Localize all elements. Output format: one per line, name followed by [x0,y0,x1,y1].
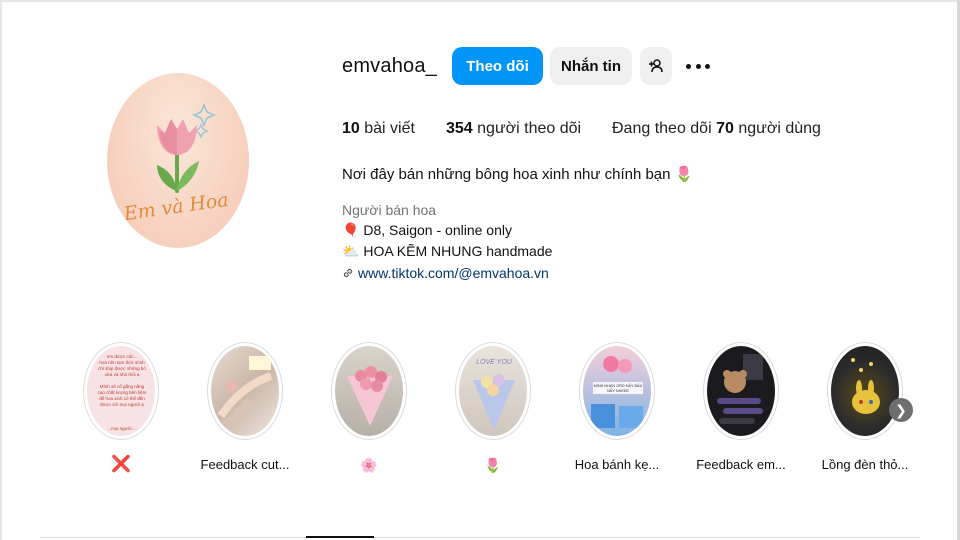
highlight-label: Feedback em... [696,457,786,472]
highlight-thumbnail [707,346,775,436]
highlight-item[interactable]: Feedback cut... [201,342,289,472]
highlight-thumbnail: LOVE YOU [459,346,527,436]
active-tab-indicator [306,536,374,538]
posts-label: bài viết [364,120,415,137]
following-count[interactable]: Đang theo dõi 70 người dùng [612,120,821,138]
highlight-thumbnail [335,346,403,436]
bio-link[interactable]: www.tiktok.com/@emvahoa.vn [342,265,549,281]
svg-text:cao chất lượng bên tiệm: cao chất lượng bên tiệm [98,390,147,395]
next-arrow-icon[interactable]: ❯ [889,398,913,422]
bio-product-text: HOA KẼM NHUNG handmade [363,243,553,259]
message-button[interactable]: Nhắn tin [550,47,632,85]
svg-text:vừa và nhỏ thôi ạ: vừa và nhỏ thôi ạ [105,371,140,377]
sparkle-icon [191,102,217,128]
section-divider [40,537,920,538]
link-icon [343,268,353,278]
highlight-thumbnail [211,346,279,436]
add-user-icon [649,59,663,73]
posts-number: 10 [342,120,360,137]
highlight-label: Hoa bánh kẹ... [574,457,660,472]
svg-text:em được các...: em được các... [107,354,137,359]
more-options-icon[interactable] [686,55,710,77]
highlight-label: 🌸 [360,457,378,473]
svg-text:hoa nên tạm thời mình: hoa nên tạm thời mình [99,360,145,365]
following-suffix: người dùng [738,120,821,137]
username: emvahoa_ [342,55,437,77]
highlight-item[interactable]: Feedback em... [696,342,786,472]
suggest-user-button[interactable] [640,47,672,85]
svg-text:chỉ ship được những bó: chỉ ship được những bó [98,365,146,371]
svg-text:...mọi người ...: ...mọi người ... [107,426,136,431]
followers-number: 354 [446,120,473,137]
svg-text:được với mọi người ạ: được với mọi người ạ [100,402,144,407]
highlight-item[interactable]: LOVE YOU 🌷 [453,342,533,473]
bio-link-text: www.tiktok.com/@emvahoa.vn [358,265,549,281]
highlight-item[interactable]: Lồng đèn thỏ... [822,342,908,472]
highlight-thumbnail: em được các... hoa nên tạm thời mình chỉ… [87,346,155,436]
followers-label: người theo dõi [477,120,582,137]
bio-location-text: D8, Saigon - online only [363,222,512,238]
bio-headline-text: Nơi đây bán những bông hoa xinh như chín… [342,166,671,183]
bio-headline: Nơi đây bán những bông hoa xinh như chín… [342,165,693,183]
posts-count: 10 bài viết [342,120,415,138]
highlight-label: ❌ [111,456,131,473]
highlight-thumbnail: MÌNH NHẬN ORD NẤY BẦU NẤY NHEEE [583,346,651,436]
highlight-label: Feedback cut... [200,457,290,472]
highlight-label: 🌷 [484,457,502,473]
following-prefix: Đang theo dõi [612,120,712,137]
bio-location: 🎈 D8, Saigon - online only [342,222,512,239]
svg-text:Mình sẽ cố gắng nâng: Mình sẽ cố gắng nâng [100,383,145,389]
avatar-logo-text: Em và Hoa [121,189,229,226]
tulip-icon: 🌷 [674,166,694,183]
highlight-thumbnail [831,346,899,436]
bio-category: Người bán hoa [342,202,437,218]
balloon-icon: 🎈 [342,222,360,238]
love-you-text: LOVE YOU [476,359,513,366]
follow-button[interactable]: Theo dõi [452,47,543,85]
highlight-item[interactable]: em được các... hoa nên tạm thời mình chỉ… [81,342,161,473]
cloud-sun-icon: ⛅ [342,243,360,259]
svg-text:MÌNH NHẬN ORD NẤY BẦU: MÌNH NHẬN ORD NẤY BẦU [594,383,643,388]
following-number: 70 [716,120,734,137]
followers-count[interactable]: 354 người theo dõi [446,120,581,138]
svg-text:NẤY NHEEE: NẤY NHEEE [607,389,629,393]
window-top-border [0,0,960,2]
svg-text:để hoa xinh có thể đến: để hoa xinh có thể đến [99,395,145,401]
highlight-item[interactable]: MÌNH NHẬN ORD NẤY BẦU NẤY NHEEE Hoa bánh… [575,342,659,472]
profile-avatar[interactable]: Em và Hoa [107,73,249,248]
highlight-item[interactable]: 🌸 [329,342,409,473]
bio-product: ⛅ HOA KẼM NHUNG handmade [342,243,552,260]
window-left-border [0,0,2,540]
highlight-label: Lồng đèn thỏ... [821,457,909,472]
